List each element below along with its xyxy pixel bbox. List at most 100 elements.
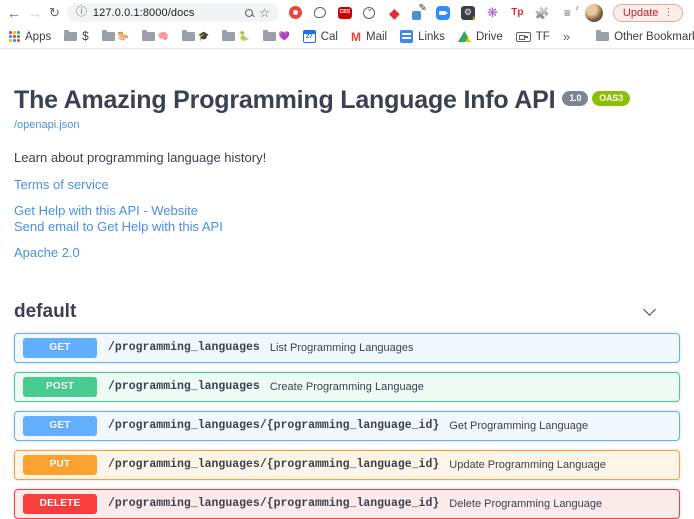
bookmark-cal[interactable]: 27 Cal (303, 30, 338, 43)
operation-row-delete-language[interactable]: DELETE /programming_languages/{programmi… (14, 489, 680, 519)
contact-website-link[interactable]: Get Help with this API - Website (14, 203, 680, 220)
operation-summary: Update Programming Language (449, 459, 606, 471)
profile-avatar[interactable] (585, 4, 603, 22)
operation-summary: Get Programming Language (449, 420, 588, 432)
chevron-down-icon[interactable] (643, 303, 656, 316)
color-picker-extension-icon[interactable]: ✎ (412, 6, 426, 20)
speech-bubble-extension-icon[interactable] (313, 5, 328, 20)
cbs-extension-icon[interactable]: CBS (338, 7, 352, 19)
bookmark-other-bookmarks[interactable]: Other Bookmarks (596, 31, 694, 43)
tf-icon (516, 32, 531, 42)
links-icon (400, 30, 413, 43)
version-badge: 1.0 (562, 91, 588, 106)
purple-flower-extension-icon[interactable]: ❋ (485, 5, 500, 20)
bookmark-apps[interactable]: Apps (9, 31, 51, 43)
operation-summary: Delete Programming Language (449, 498, 602, 510)
operations-list: GET /programming_languages List Programm… (14, 333, 680, 519)
method-badge: GET (23, 338, 97, 358)
music-list-extension-icon[interactable]: ≡ (560, 5, 575, 20)
forward-arrow-icon[interactable]: → (28, 6, 42, 20)
operation-path: /programming_languages (108, 380, 260, 393)
tp-extension-icon[interactable]: Tp (510, 5, 525, 20)
reload-icon[interactable]: ↻ (49, 6, 60, 19)
bookmark-mail-label: Mail (366, 31, 387, 43)
method-badge: PUT (23, 455, 97, 475)
extensions-row: CBS ◆ ✎ ⚙ ❋ Tp 🧩 ≡ Update ⋮ (288, 4, 683, 22)
bookmark-dollar-label: $ (82, 31, 88, 43)
operation-path: /programming_languages/{programming_lang… (108, 497, 439, 510)
page-info-icon[interactable]: ⓘ (76, 7, 87, 18)
red-diamond-extension-icon[interactable]: ◆ (387, 5, 402, 20)
bookmark-links-label: Links (418, 31, 445, 43)
browser-toolbar: ← → ↻ ⓘ 127.0.0.1:8000/docs ☆ CBS ◆ ✎ ⚙ … (0, 0, 694, 25)
folder-icon (263, 32, 276, 41)
terms-of-service-link[interactable]: Terms of service (14, 177, 680, 194)
calendar-icon: 27 (303, 30, 316, 43)
folder-icon (142, 32, 155, 41)
api-description: Learn about programming language history… (14, 150, 680, 165)
operation-row-create-language[interactable]: POST /programming_languages Create Progr… (14, 372, 680, 402)
operation-row-list-languages[interactable]: GET /programming_languages List Programm… (14, 333, 680, 363)
operation-row-update-language[interactable]: PUT /programming_languages/{programming_… (14, 450, 680, 480)
brain-emblem-icon: 🧠 (158, 31, 169, 42)
operation-summary: List Programming Languages (270, 342, 414, 354)
bookmark-folder-snake[interactable]: 🐍 (222, 31, 249, 42)
folder-icon (182, 32, 195, 41)
bookmarks-bar: Apps $ 🐎 🧠 🎓 🐍 💜 27 Cal M Mail Links Dri… (0, 25, 694, 49)
title-badges: 1.0 OAS3 (562, 91, 630, 106)
tag-section-title: default (14, 301, 76, 323)
bookmark-links[interactable]: Links (400, 30, 445, 43)
bookmark-star-icon[interactable]: ☆ (259, 7, 270, 19)
menu-kebab-icon[interactable]: ⋮ (663, 7, 673, 18)
oas3-badge: OAS3 (592, 91, 630, 106)
operation-path: /programming_languages/{programming_lang… (108, 419, 439, 432)
purple-heart-emblem-icon: 💜 (279, 31, 290, 42)
gear-warning-extension-icon[interactable]: ⚙ (461, 6, 475, 20)
grad-cap-emblem-icon: 🎓 (198, 31, 209, 42)
bookmark-drive[interactable]: Drive (458, 31, 503, 43)
bookmark-folder-horse[interactable]: 🐎 (102, 31, 129, 42)
back-arrow-icon[interactable]: ← (7, 6, 21, 20)
apps-grid-icon (9, 31, 20, 42)
method-badge: POST (23, 377, 97, 397)
horse-emblem-icon: 🐎 (118, 31, 129, 42)
swagger-page: The Amazing Programming Language Info AP… (0, 49, 694, 519)
tag-section-header[interactable]: default (14, 295, 680, 333)
bookmark-folder-brain[interactable]: 🧠 (142, 31, 169, 42)
update-button[interactable]: Update ⋮ (613, 4, 683, 22)
zoom-search-icon[interactable] (245, 9, 253, 17)
folder-icon (596, 32, 609, 41)
bookmark-mail[interactable]: M Mail (351, 30, 387, 44)
operation-row-get-language[interactable]: GET /programming_languages/{programming_… (14, 411, 680, 441)
puzzle-extension-icon[interactable]: 🧩 (535, 5, 550, 20)
method-badge: GET (23, 416, 97, 436)
folder-icon (64, 32, 77, 41)
bookmark-apps-label: Apps (25, 31, 51, 43)
api-title-text: The Amazing Programming Language Info AP… (14, 86, 555, 115)
bookmark-tf[interactable]: TF (516, 31, 550, 43)
license-link[interactable]: Apache 2.0 (14, 245, 680, 262)
pocket-extension-icon[interactable] (362, 5, 377, 20)
bookmark-folder-heart[interactable]: 💜 (263, 31, 290, 42)
operation-path: /programming_languages (108, 341, 260, 354)
page-title: The Amazing Programming Language Info AP… (14, 86, 680, 115)
address-bar[interactable]: ⓘ 127.0.0.1:8000/docs ☆ (67, 3, 279, 22)
gmail-icon: M (351, 30, 361, 44)
drive-icon (458, 31, 471, 42)
red-circle-extension-icon[interactable] (288, 5, 303, 20)
bookmark-cal-label: Cal (321, 31, 338, 43)
url-text[interactable]: 127.0.0.1:8000/docs (93, 7, 239, 19)
operation-summary: Create Programming Language (270, 381, 424, 393)
bookmark-tf-label: TF (536, 31, 550, 43)
bookmark-folder-grad[interactable]: 🎓 (182, 31, 209, 42)
contact-email-link[interactable]: Send email to Get Help with this API (14, 219, 680, 236)
folder-icon (222, 32, 235, 41)
info-links: Terms of service Get Help with this API … (14, 177, 680, 262)
openapi-spec-link[interactable]: /openapi.json (14, 119, 79, 131)
snake-emblem-icon: 🐍 (238, 31, 249, 42)
bookmark-folder-dollar[interactable]: $ (64, 31, 88, 43)
bookmarks-overflow-icon[interactable]: » (563, 29, 570, 44)
other-bookmarks-label: Other Bookmarks (614, 31, 694, 43)
operation-path: /programming_languages/{programming_lang… (108, 458, 439, 471)
zoom-camera-extension-icon[interactable] (436, 5, 451, 20)
